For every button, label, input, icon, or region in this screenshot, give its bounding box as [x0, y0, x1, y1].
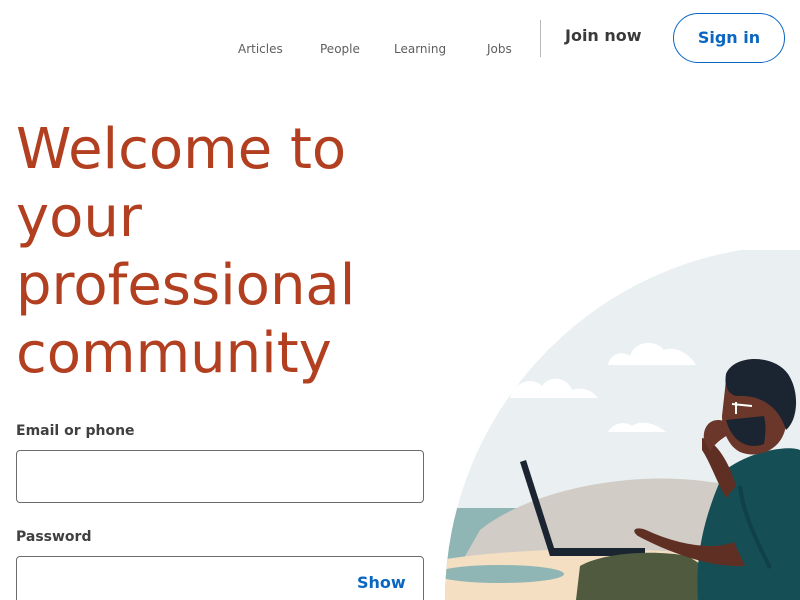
nav-divider: [540, 20, 541, 57]
nav-people-link[interactable]: People: [320, 42, 360, 56]
headline-line: Welcome to: [16, 117, 347, 182]
headline-line: community: [16, 321, 332, 386]
top-header: Articles People Learning Jobs Join now S…: [0, 0, 800, 80]
password-field-label: Password: [16, 529, 92, 545]
headline-line: your: [16, 185, 142, 250]
person-working-on-laptop-illustration: [445, 250, 800, 600]
email-field-label: Email or phone: [16, 423, 135, 439]
nav-jobs-link[interactable]: Jobs: [487, 42, 512, 56]
email-input[interactable]: [16, 450, 424, 503]
show-password-button[interactable]: Show: [357, 573, 406, 592]
nav-articles-link[interactable]: Articles: [238, 42, 283, 56]
page-headline: Welcome to your professional community: [16, 116, 436, 388]
login-page: Articles People Learning Jobs Join now S…: [0, 0, 800, 600]
join-now-link[interactable]: Join now: [565, 26, 642, 45]
sign-in-button[interactable]: Sign in: [673, 13, 785, 63]
headline-line: professional: [16, 253, 356, 318]
nav-learning-link[interactable]: Learning: [394, 42, 446, 56]
